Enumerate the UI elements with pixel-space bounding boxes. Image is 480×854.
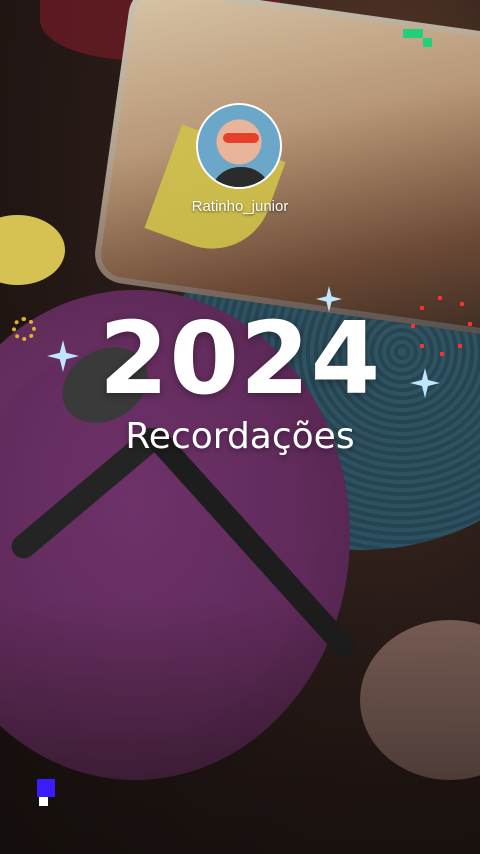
year-title: 2024 — [98, 300, 382, 417]
background-lemon-slice — [0, 215, 65, 285]
avatar-shirt — [210, 167, 272, 187]
avatar-glasses — [223, 133, 259, 143]
avatar[interactable] — [196, 103, 282, 189]
pixel-decoration-green-2 — [423, 38, 432, 47]
subtitle: Recordações — [125, 416, 355, 457]
username[interactable]: Ratinho_junior — [0, 198, 480, 215]
background-food-dish — [91, 0, 480, 338]
pixel-decoration-blue — [37, 779, 55, 797]
background-shade — [0, 600, 480, 854]
pixel-decoration-white — [39, 797, 48, 806]
story-screen[interactable]: Ratinho_junior 2024 Recordações — [0, 0, 480, 854]
pixel-decoration-green — [403, 29, 423, 38]
